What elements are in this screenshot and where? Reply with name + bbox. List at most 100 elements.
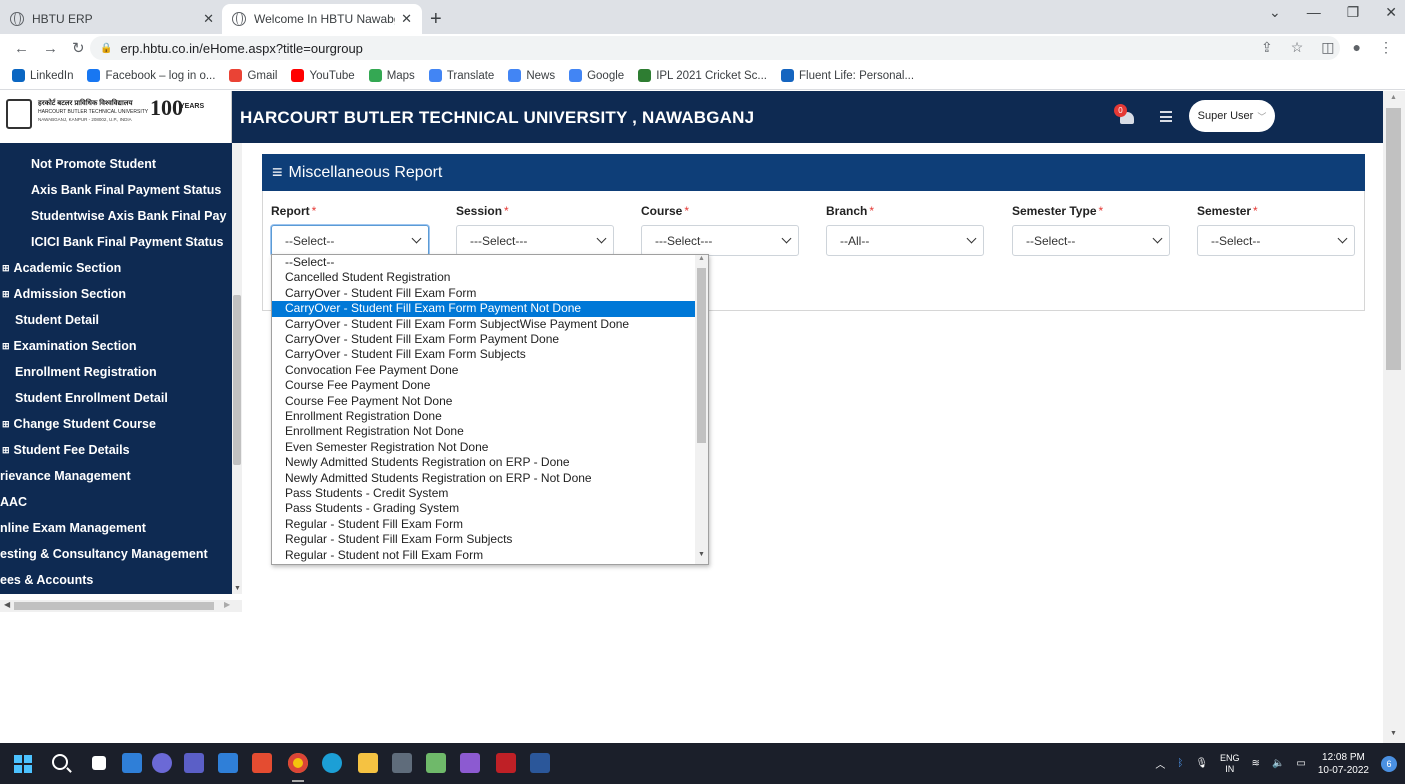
bell-icon[interactable]: 0: [1114, 104, 1136, 126]
sidebar-item-3[interactable]: ICICI Bank Final Payment Status: [0, 229, 232, 255]
sidebar-scroll-thumb[interactable]: [233, 295, 241, 465]
chevron-up-icon[interactable]: ︿: [1155, 756, 1165, 771]
sidebar-item-13[interactable]: AAC: [0, 489, 232, 515]
close-icon[interactable]: ✕: [401, 11, 412, 27]
language-indicator[interactable]: ENG IN: [1220, 753, 1240, 775]
bluetooth-icon[interactable]: ᛒ: [1177, 758, 1183, 769]
sidebar-item-0[interactable]: Not Promote Student: [0, 151, 232, 177]
sidebar-item-14[interactable]: nline Exam Management: [0, 515, 232, 541]
university-logo[interactable]: हरकोर्ट बटलर प्राविधिक विश्वविद्यालय HAR…: [0, 91, 232, 143]
dropdown-option[interactable]: Pass Students - Credit System: [272, 486, 696, 501]
back-icon[interactable]: ←: [14, 40, 29, 57]
dropdown-option[interactable]: Even Semester Registration Not Done: [272, 440, 696, 455]
bookmark-4[interactable]: Maps: [368, 69, 415, 82]
bookmark-3[interactable]: YouTube: [291, 69, 355, 82]
bookmark-8[interactable]: IPL 2021 Cricket Sc...: [638, 69, 767, 82]
profile-icon[interactable]: ●: [1353, 39, 1361, 56]
star-icon[interactable]: ☆: [1291, 39, 1304, 56]
dropdown-option[interactable]: Cancelled Student Registration: [272, 270, 696, 285]
sidebar-item-5[interactable]: ⊞ Admission Section: [0, 281, 232, 307]
sidebar-item-8[interactable]: Enrollment Registration: [0, 359, 232, 385]
scroll-down-arrow-icon[interactable]: ▼: [234, 585, 241, 592]
dropdown-option[interactable]: CarryOver - Student Fill Exam Form Payme…: [272, 332, 696, 347]
scroll-left-arrow-icon[interactable]: ◀: [4, 600, 10, 609]
select-1[interactable]: ---Select---: [456, 225, 614, 256]
visual-studio-icon[interactable]: [460, 753, 480, 773]
chrome-icon[interactable]: [288, 753, 308, 782]
scroll-up-arrow-icon[interactable]: ▲: [1390, 94, 1397, 101]
close-window-icon[interactable]: ✕: [1385, 4, 1397, 21]
edge-icon[interactable]: [322, 753, 342, 773]
sidebar-item-16[interactable]: ees & Accounts: [0, 567, 232, 593]
dropdown-option[interactable]: Regular - Student Fill Exam Form Subject…: [272, 532, 696, 547]
restore-icon[interactable]: ❐: [1347, 4, 1360, 21]
scroll-right-arrow-icon[interactable]: ▶: [224, 600, 230, 609]
dropdown-option[interactable]: Convocation Fee Payment Done: [272, 363, 696, 378]
sidebar-item-1[interactable]: Axis Bank Final Payment Status: [0, 177, 232, 203]
notepad-icon[interactable]: [426, 753, 446, 773]
dropdown-option[interactable]: Regular - Student Fill Exam Form: [272, 517, 696, 532]
bookmark-7[interactable]: Google: [569, 69, 624, 82]
microphone-icon[interactable]: 🎙: [1195, 758, 1208, 769]
bookmark-9[interactable]: Fluent Life: Personal...: [780, 69, 914, 82]
filezilla-icon[interactable]: [496, 753, 516, 773]
user-menu-button[interactable]: Super User ﹀: [1189, 100, 1275, 132]
bookmark-2[interactable]: Gmail: [229, 69, 277, 82]
word-icon[interactable]: [530, 753, 550, 773]
sidepanel-icon[interactable]: ◫: [1321, 39, 1334, 56]
dropdown-option[interactable]: Pass Students - Grading System: [272, 501, 696, 516]
search-icon[interactable]: [52, 754, 68, 770]
dropdown-option[interactable]: Regular - Student not Fill Exam Form: [272, 548, 696, 563]
dropdown-option[interactable]: Course Fee Payment Not Done: [272, 394, 696, 409]
dropdown-option[interactable]: CarryOver - Student Fill Exam Form Subje…: [272, 317, 696, 332]
browser-tab-welcome[interactable]: Welcome In HBTU Nawabganj Ca ✕: [222, 4, 422, 34]
file-explorer-icon[interactable]: [358, 753, 378, 773]
select-3[interactable]: --All--: [826, 225, 984, 256]
volume-icon[interactable]: 🔈: [1272, 758, 1284, 769]
dropdown-option[interactable]: Newly Admitted Students Registration on …: [272, 455, 696, 470]
scroll-up-arrow-icon[interactable]: ▲: [698, 255, 705, 262]
bookmark-5[interactable]: Translate: [428, 69, 494, 82]
dropdown-option[interactable]: --Select--: [272, 255, 696, 270]
teams-icon[interactable]: [184, 753, 204, 773]
sidebar-item-6[interactable]: Student Detail: [0, 307, 232, 333]
dropdown-option[interactable]: CarryOver - Student Fill Exam Form: [272, 286, 696, 301]
dropdown-option[interactable]: Newly Admitted Students Registration on …: [272, 471, 696, 486]
report-dropdown-list[interactable]: --Select-- Cancelled Student Registration…: [271, 254, 709, 565]
calculator-icon[interactable]: [392, 753, 412, 773]
windows-start-icon[interactable]: [14, 755, 32, 773]
select-0[interactable]: --Select--: [271, 225, 429, 256]
widgets-icon[interactable]: [122, 753, 142, 773]
minimize-icon[interactable]: —: [1307, 4, 1321, 21]
new-tab-icon[interactable]: +: [430, 8, 442, 31]
url-input[interactable]: 🔒 erp.hbtu.co.in/eHome.aspx?title=ourgro…: [90, 36, 1340, 60]
select-2[interactable]: ---Select---: [641, 225, 799, 256]
meet-icon[interactable]: [218, 753, 238, 773]
chat-icon[interactable]: [152, 753, 172, 773]
sidebar-item-7[interactable]: ⊞ Examination Section: [0, 333, 232, 359]
sidebar-item-10[interactable]: ⊞ Change Student Course: [0, 411, 232, 437]
bookmark-6[interactable]: News: [508, 69, 555, 82]
sidebar-item-12[interactable]: rievance Management: [0, 463, 232, 489]
office-icon[interactable]: [252, 753, 272, 773]
select-4[interactable]: --Select--: [1012, 225, 1170, 256]
page-scroll-thumb[interactable]: [1386, 108, 1401, 370]
sidebar-item-2[interactable]: Studentwise Axis Bank Final Pay: [0, 203, 232, 229]
forward-icon[interactable]: →: [43, 40, 58, 57]
kebab-menu-icon[interactable]: ⋮: [1379, 39, 1393, 56]
clock[interactable]: 12:08 PM 10-07-2022: [1318, 751, 1369, 777]
bookmark-1[interactable]: Facebook – log in o...: [87, 69, 215, 82]
sidebar-horizontal-thumb[interactable]: [14, 602, 214, 610]
close-icon[interactable]: ✕: [203, 11, 214, 27]
sidebar-item-9[interactable]: Student Enrollment Detail: [0, 385, 232, 411]
notification-center-badge[interactable]: 6: [1381, 755, 1397, 772]
lock-icon[interactable]: 🔒: [100, 43, 112, 54]
browser-tab-hbtu-erp[interactable]: HBTU ERP ✕: [0, 4, 224, 34]
chevron-down-icon[interactable]: ⌄: [1269, 4, 1281, 21]
task-view-icon[interactable]: [92, 756, 106, 770]
bookmark-0[interactable]: LinkedIn: [12, 69, 73, 82]
dropdown-option[interactable]: CarryOver - Student Fill Exam Form Payme…: [272, 301, 696, 317]
scroll-down-arrow-icon[interactable]: ▼: [1390, 730, 1397, 737]
sidebar-item-4[interactable]: ⊞ Academic Section: [0, 255, 232, 281]
sidebar-item-11[interactable]: ⊞ Student Fee Details: [0, 437, 232, 463]
